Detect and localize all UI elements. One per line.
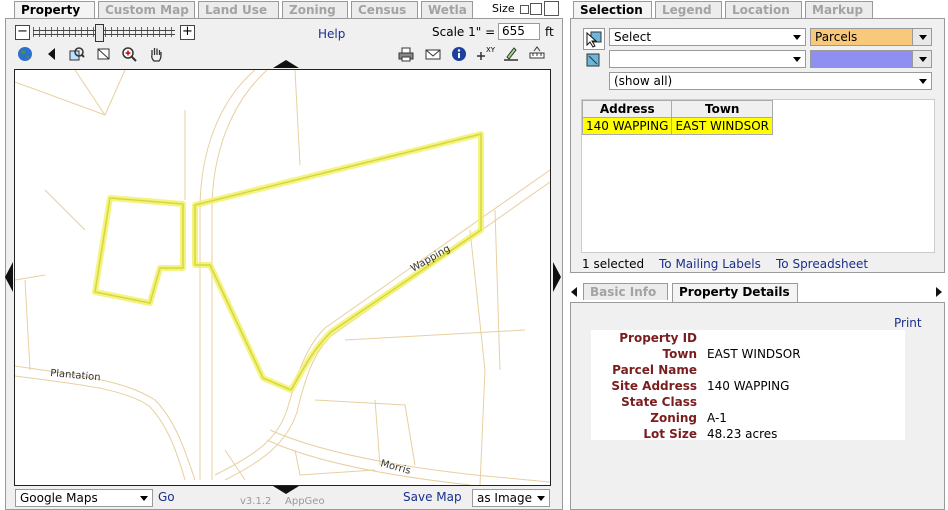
size-large-button[interactable] (544, 1, 559, 16)
tab-custom-map[interactable]: Custom Map (98, 1, 195, 18)
zoom-slider-thumb[interactable] (95, 24, 104, 42)
filter-select[interactable]: (show all) (609, 72, 932, 90)
tab-legend[interactable]: Legend (655, 1, 722, 18)
tab-wetlands[interactable]: Wetla (421, 1, 473, 18)
map-canvas[interactable]: Wapping Plantation Morris (14, 69, 551, 486)
save-map-link[interactable]: Save Map (403, 490, 462, 504)
basemap-go-link[interactable]: Go (158, 490, 175, 504)
street-label-morris: Morris (379, 458, 412, 477)
zoom-in-tool-icon[interactable] (121, 46, 137, 62)
layer-select[interactable]: Parcels (810, 28, 932, 46)
printer-icon[interactable] (398, 46, 414, 62)
selection-mode-value: Select (614, 30, 652, 44)
tab-location[interactable]: Location (725, 1, 802, 18)
map-svg: Wapping Plantation Morris (15, 70, 550, 485)
tab-property-details[interactable]: Property Details (672, 283, 798, 302)
second-layer-select[interactable] (609, 50, 806, 68)
zoom-to-selection-icon[interactable] (69, 46, 85, 62)
zoom-slider-ticks (33, 27, 175, 37)
detail-row-parcel-name: Parcel Name (591, 362, 901, 378)
markup-pencil-icon[interactable] (503, 45, 519, 61)
size-medium-button[interactable] (530, 3, 542, 15)
size-label: Size (492, 2, 515, 15)
details-tab-scroll-left[interactable] (571, 287, 577, 297)
layer-select-value: Parcels (815, 30, 858, 44)
tab-zoning[interactable]: Zoning (282, 1, 348, 18)
clear-selection-icon[interactable] (585, 52, 601, 68)
brand-text: AppGeo (285, 496, 325, 507)
tab-census[interactable]: Census (351, 1, 418, 18)
help-link[interactable]: Help (318, 27, 345, 41)
detail-label: Property ID (619, 331, 697, 345)
pan-north-arrow[interactable] (273, 60, 299, 68)
pan-east-arrow[interactable] (553, 262, 561, 292)
detail-row-zoning: Zoning A-1 (591, 410, 901, 426)
selection-mode-select[interactable]: Select (609, 28, 806, 46)
detail-value: A-1 (707, 411, 727, 425)
details-print-link[interactable]: Print (894, 316, 922, 330)
detail-label: Parcel Name (612, 363, 697, 377)
zoom-out-button[interactable]: − (15, 25, 30, 40)
selected-count: 1 selected (582, 257, 645, 271)
basemap-value: Google Maps (20, 491, 98, 505)
cell-address: 140 WAPPING (581, 117, 673, 135)
zoom-in-button[interactable]: + (180, 25, 195, 40)
scale-input[interactable]: 655 (498, 23, 540, 40)
pan-west-arrow[interactable] (5, 262, 13, 292)
scale-unit: ft (545, 25, 554, 39)
measure-icon[interactable] (529, 45, 545, 61)
detail-row-site-address: Site Address 140 WAPPING (591, 378, 901, 394)
column-header-address[interactable]: Address (581, 100, 673, 118)
save-format-value: as Image (477, 491, 533, 505)
basemap-select[interactable]: Google Maps (15, 489, 153, 507)
detail-value: EAST WINDSOR (707, 347, 801, 361)
cell-town: EAST WINDSOR (671, 117, 774, 135)
save-format-select[interactable]: as Image (472, 489, 550, 507)
tab-markup[interactable]: Markup (805, 1, 873, 18)
version-text: v3.1.2 (240, 496, 272, 507)
details-table: Property ID Town EAST WINDSOR Parcel Nam… (591, 330, 905, 442)
svg-text:XY: XY (486, 46, 496, 54)
table-row[interactable]: 140 WAPPING EAST WINDSOR (581, 117, 774, 135)
tab-basic-info[interactable]: Basic Info (583, 283, 668, 300)
scale-label: Scale 1" = (432, 25, 496, 39)
back-arrow-icon[interactable] (44, 46, 60, 62)
details-tab-scroll-right[interactable] (936, 287, 942, 297)
filter-value: (show all) (614, 74, 673, 88)
email-icon[interactable] (425, 46, 441, 62)
detail-label: Zoning (650, 411, 697, 425)
column-header-town[interactable]: Town (671, 100, 774, 118)
tab-land-use[interactable]: Land Use (198, 1, 279, 18)
detail-row-property-id: Property ID (591, 330, 901, 346)
detail-label: Town (662, 347, 697, 361)
results-table-area: Address Town 140 WAPPING EAST WINDSOR (581, 99, 935, 253)
to-mailing-labels-link[interactable]: To Mailing Labels (659, 257, 761, 271)
detail-label: State Class (621, 395, 697, 409)
second-color-select[interactable] (810, 50, 932, 68)
detail-row-state-class: State Class (591, 394, 901, 410)
detail-label: Lot Size (643, 427, 697, 441)
detail-label: Site Address (611, 379, 697, 393)
results-table: Address Town 140 WAPPING EAST WINDSOR (581, 100, 774, 135)
detail-value: 48.23 acres (707, 427, 778, 441)
pan-hand-icon[interactable] (148, 46, 164, 62)
info-icon[interactable] (451, 46, 467, 62)
detail-value: 140 WAPPING (707, 379, 790, 393)
select-tool-icon[interactable] (583, 28, 605, 50)
size-small-button[interactable] (520, 5, 529, 14)
detail-row-town: Town EAST WINDSOR (591, 346, 901, 362)
zoom-extent-icon[interactable] (96, 46, 112, 62)
globe-icon[interactable] (17, 46, 33, 62)
street-label-wapping: Wapping (409, 243, 452, 274)
identify-xy-icon[interactable]: XY (476, 45, 496, 61)
pan-south-arrow[interactable] (273, 486, 299, 494)
detail-row-lot-size: Lot Size 48.23 acres (591, 426, 901, 442)
to-spreadsheet-link[interactable]: To Spreadsheet (776, 257, 868, 271)
